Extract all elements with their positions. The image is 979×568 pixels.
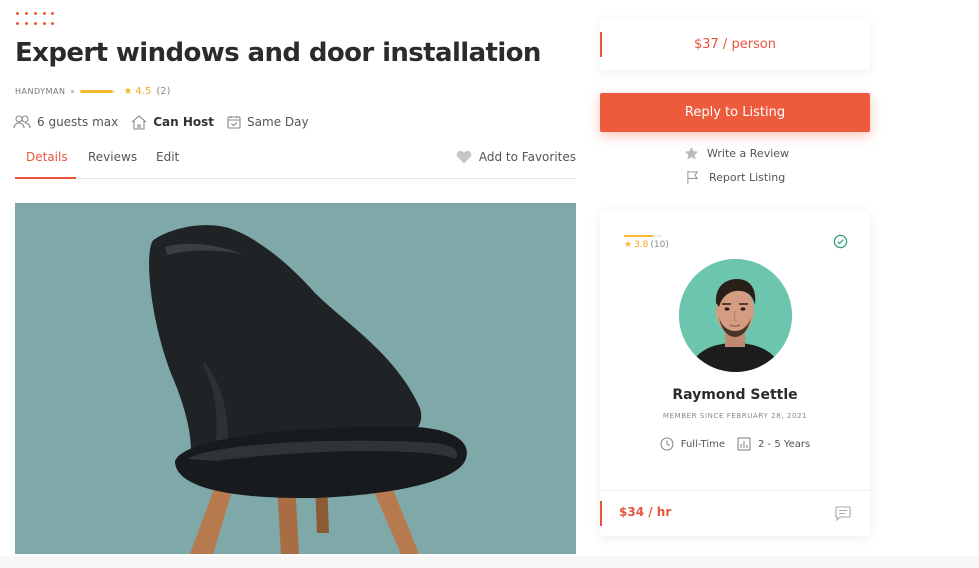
host-profile-card: ★ 3.8 (10) Raymond Settle MEMBER SINCE F… — [600, 211, 870, 536]
host-review-count: (10) — [650, 240, 669, 250]
calendar-icon — [227, 116, 241, 129]
star-icon: ★ — [624, 240, 633, 250]
rating-value: 4.5 — [135, 85, 152, 97]
report-listing-link[interactable]: Report Listing — [686, 170, 785, 185]
home-icon — [131, 114, 147, 130]
rating-bar — [80, 89, 117, 93]
logo-dots — [16, 12, 56, 32]
avatar[interactable] — [679, 259, 792, 372]
listing-photo — [15, 203, 576, 554]
listing-tabs: Details Reviews Edit Add to Favorites — [15, 146, 576, 179]
listing-features: 6 guests max Can Host Same Day — [13, 113, 322, 131]
clock-icon — [660, 437, 674, 451]
tab-details[interactable]: Details — [15, 146, 76, 179]
host-rating-value: 3.8 — [634, 240, 649, 250]
star-icon — [684, 146, 699, 160]
host-name[interactable]: Raymond Settle — [600, 387, 870, 403]
bar-chart-icon — [737, 437, 751, 451]
experience-label: 2 - 5 Years — [758, 438, 811, 450]
chair-image — [149, 225, 467, 554]
reply-to-listing-button[interactable]: Reply to Listing — [600, 93, 870, 132]
add-to-favorites-button[interactable]: Add to Favorites — [456, 150, 576, 164]
feature-host: Can Host — [131, 114, 215, 130]
category-label[interactable]: HANDYMAN — [15, 87, 65, 96]
heart-icon — [456, 150, 472, 164]
guests-label: 6 guests max — [37, 115, 119, 129]
price-box: $37 / person — [600, 19, 870, 70]
rate-accent-bar — [600, 501, 602, 526]
employment-label: Full-Time — [680, 438, 725, 450]
experience: 2 - 5 Years — [737, 437, 810, 451]
write-review-label: Write a Review — [707, 147, 790, 160]
write-review-link[interactable]: Write a Review — [684, 146, 789, 161]
star-icon: ★ — [123, 85, 133, 97]
divider — [600, 490, 870, 491]
hourly-rate: $34 / hr — [619, 505, 672, 519]
listing-meta: HANDYMAN ★ 4.5 (2) — [15, 85, 171, 97]
feature-guests: 6 guests max — [13, 115, 118, 129]
member-since: MEMBER SINCE FEBRUARY 28, 2021 — [662, 412, 808, 420]
verified-check-icon — [833, 234, 848, 249]
host-details: Full-Time 2 - 5 Years — [600, 437, 870, 451]
tab-edit[interactable]: Edit — [156, 146, 179, 179]
page-bottom-strip — [0, 556, 979, 568]
price-per-person: $37 / person — [693, 37, 777, 52]
review-count: (2) — [156, 85, 171, 97]
guests-icon — [13, 115, 31, 129]
host-label: Can Host — [153, 115, 215, 129]
favorites-label: Add to Favorites — [478, 150, 576, 164]
tab-reviews[interactable]: Reviews — [88, 146, 137, 179]
separator-dot — [71, 89, 75, 93]
message-icon[interactable] — [835, 506, 851, 521]
host-rating-bar — [624, 235, 662, 237]
host-portrait — [679, 259, 792, 372]
listing-title: Expert windows and door installation — [15, 38, 541, 68]
host-rating: ★ 3.8 (10) — [624, 240, 669, 250]
flag-icon — [687, 170, 699, 185]
report-listing-label: Report Listing — [709, 171, 786, 184]
feature-availability: Same Day — [227, 115, 309, 129]
availability-label: Same Day — [247, 115, 309, 129]
employment-type: Full-Time — [660, 437, 725, 451]
